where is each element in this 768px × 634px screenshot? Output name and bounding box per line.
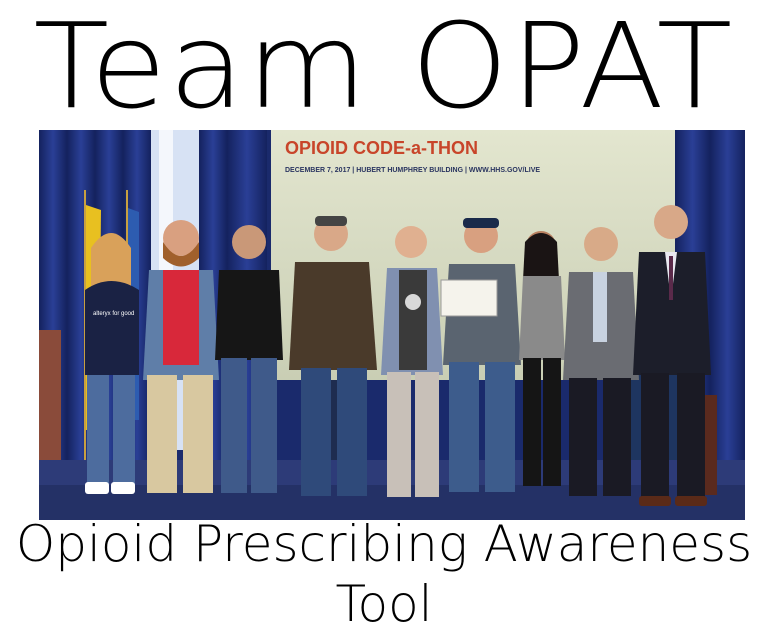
team-photo: OPIOID CODE-a-THON DECEMBER 7, 2017 | HU…	[39, 130, 745, 520]
banner-title: OPIOID CODE-a-THON	[285, 138, 478, 158]
certificate	[440, 279, 498, 317]
page-subtitle: Opioid Prescribing Awareness Tool	[15, 515, 753, 633]
shirt-text: alteryx for good	[93, 311, 134, 317]
banner-subtitle: DECEMBER 7, 2017 | HUBERT HUMPHREY BUILD…	[285, 167, 540, 174]
page-title: Team OPAT	[33, 0, 735, 135]
